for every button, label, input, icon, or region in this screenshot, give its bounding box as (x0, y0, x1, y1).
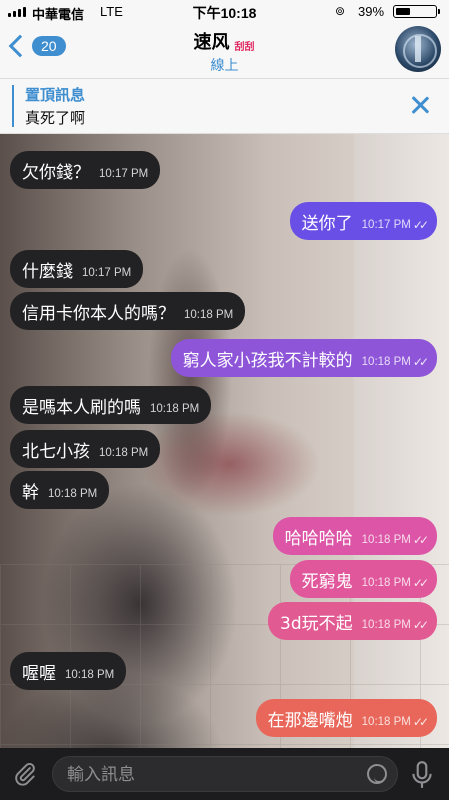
chat-header: 20 速风 刮刮 線上 (0, 24, 449, 79)
battery-icon (393, 5, 440, 18)
message-time: 10:17 PM (82, 266, 132, 279)
message-text: 是嗎本人刷的嗎 (22, 397, 141, 418)
sticker-icon[interactable] (367, 764, 387, 784)
message-time: 10:17 PM (361, 218, 411, 231)
incoming-message[interactable]: 什麼錢 10:17 PM (10, 250, 144, 288)
incoming-message[interactable]: 喔喔 10:18 PM (10, 652, 127, 690)
battery-fill (396, 8, 410, 15)
read-checkmark-icon: ✓✓ (412, 575, 429, 590)
message-time: 10:17 PM (99, 167, 149, 180)
read-checkmark-icon: ✓✓ (412, 217, 429, 232)
message-text: 欠你錢？ (22, 162, 90, 183)
avatar[interactable] (395, 26, 441, 72)
message-time: 10:18 PM (99, 446, 149, 459)
chat-title-area[interactable]: 速风 刮刮 線上 (0, 28, 449, 75)
message-text: 死窮鬼 (301, 571, 353, 592)
incoming-message[interactable]: 欠你錢？ 10:17 PM (10, 151, 161, 189)
pinned-message[interactable]: 置頂訊息 真死了啊 (0, 79, 449, 134)
name-emblem: 刮刮 (234, 42, 255, 53)
message-text: 什麼錢 (22, 261, 73, 282)
message-time: 10:18 PM (65, 668, 115, 681)
outgoing-message[interactable]: 3d玩不起 10:18 PM ✓✓ (268, 602, 437, 640)
message-text: 3d玩不起 (280, 613, 353, 634)
pinned-title: 置頂訊息 (25, 86, 86, 104)
incoming-message[interactable]: 幹 10:18 PM (10, 471, 110, 509)
message-time: 10:18 PM (48, 487, 98, 500)
battery-percent: 39% (358, 4, 385, 19)
outgoing-message[interactable]: 哈哈哈哈 10:18 PM ✓✓ (272, 517, 437, 555)
message-time: 10:18 PM (361, 618, 411, 631)
read-checkmark-icon: ✓✓ (412, 714, 429, 729)
read-checkmark-icon: ✓✓ (412, 354, 429, 369)
message-text: 在那邊嘴炮 (267, 710, 353, 731)
message-time: 10:18 PM (184, 308, 234, 321)
outgoing-message[interactable]: 在那邊嘴炮 10:18 PM ✓✓ (255, 699, 437, 737)
message-time: 10:18 PM (361, 355, 411, 368)
outgoing-message[interactable]: 窮人家小孩我不計較的 10:18 PM ✓✓ (170, 339, 437, 377)
message-text: 喔喔 (22, 663, 56, 684)
chat-name: 速风 (193, 32, 230, 53)
pinned-accent-bar (12, 85, 14, 127)
online-status: 線上 (210, 58, 239, 74)
outgoing-message[interactable]: 送你了 10:17 PM ✓✓ (289, 202, 437, 240)
incoming-message[interactable]: 北七小孩 10:18 PM (10, 430, 161, 468)
message-input[interactable] (65, 757, 359, 793)
message-input-container[interactable] (52, 756, 398, 793)
read-checkmark-icon: ✓✓ (412, 532, 429, 547)
paperclip-icon[interactable] (12, 761, 38, 787)
read-checkmark-icon: ✓✓ (412, 617, 429, 632)
incoming-message[interactable]: 是嗎本人刷的嗎 10:18 PM (10, 386, 212, 424)
message-time: 10:18 PM (361, 576, 411, 589)
message-text: 北七小孩 (22, 441, 90, 462)
pinned-text: 真死了啊 (25, 109, 86, 127)
message-text: 窮人家小孩我不計較的 (182, 350, 353, 371)
message-text: 送你了 (301, 213, 353, 234)
orientation-lock-icon: ⊚ (335, 4, 346, 18)
outgoing-message[interactable]: 死窮鬼 10:18 PM ✓✓ (289, 560, 437, 598)
incoming-message[interactable]: 信用卡你本人的嗎？ 10:18 PM (10, 292, 246, 330)
message-text: 幹 (22, 482, 39, 503)
status-bar: 中華電信 LTE 下午10:18 ⊚ 39% (0, 0, 449, 24)
close-icon[interactable] (409, 94, 431, 116)
microphone-icon[interactable] (409, 760, 435, 790)
composer-bar (0, 748, 449, 800)
message-time: 10:18 PM (150, 402, 200, 415)
message-text: 信用卡你本人的嗎？ (22, 303, 175, 324)
message-time: 10:18 PM (361, 533, 411, 546)
telegram-chat-screen: 中華電信 LTE 下午10:18 ⊚ 39% 20 速风 刮刮 線上 置頂訊息 真… (0, 0, 449, 800)
message-text: 哈哈哈哈 (284, 528, 353, 549)
message-time: 10:18 PM (361, 715, 411, 728)
